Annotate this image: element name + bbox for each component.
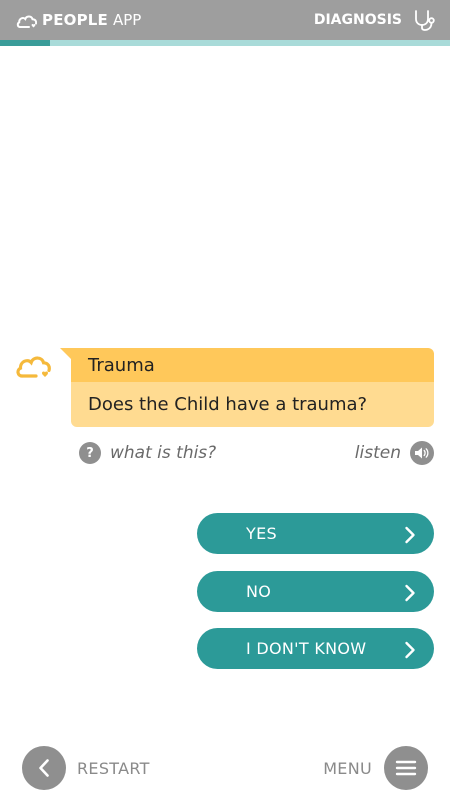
brand-logo: PEOPLE APP xyxy=(16,9,141,31)
help-label: what is this? xyxy=(110,443,217,463)
cloud-heart-icon xyxy=(16,15,38,28)
brand-suffix: APP xyxy=(113,11,142,29)
question-bubble: Trauma Does the Child have a trauma? xyxy=(71,348,434,427)
chevron-left-icon xyxy=(22,746,66,790)
chevron-right-icon xyxy=(405,641,415,659)
menu-button[interactable]: MENU xyxy=(323,746,428,790)
restart-button[interactable]: RESTART xyxy=(22,746,150,790)
answer-no-button[interactable]: NO xyxy=(197,571,434,612)
chevron-right-icon xyxy=(405,526,415,544)
hamburger-menu-icon xyxy=(384,746,428,790)
section-title: DIAGNOSIS xyxy=(313,12,402,28)
listen-button[interactable]: listen xyxy=(355,441,434,465)
question-title: Trauma xyxy=(71,348,434,382)
what-is-this-link[interactable]: ? what is this? xyxy=(79,441,216,465)
answer-label: I DON'T KNOW xyxy=(246,639,367,658)
speaker-icon xyxy=(410,441,434,465)
cloud-heart-icon xyxy=(16,356,51,378)
answer-yes-button[interactable]: YES xyxy=(197,513,434,554)
section-indicator: DIAGNOSIS xyxy=(314,9,436,31)
chevron-right-icon xyxy=(405,584,415,602)
progress-bar xyxy=(0,40,450,46)
answer-label: YES xyxy=(246,524,277,543)
progress-fill xyxy=(0,40,50,46)
answer-label: NO xyxy=(246,582,272,601)
restart-label: RESTART xyxy=(77,758,150,778)
app-header: PEOPLE APP DIAGNOSIS xyxy=(0,0,450,40)
question-text: Does the Child have a trauma? xyxy=(71,382,434,427)
brand-name: PEOPLE xyxy=(42,11,108,29)
menu-label: MENU xyxy=(323,758,372,778)
question-icon: ? xyxy=(79,442,101,464)
listen-label: listen xyxy=(354,443,401,463)
stethoscope-icon xyxy=(415,10,435,31)
answer-dont-know-button[interactable]: I DON'T KNOW xyxy=(197,628,434,669)
